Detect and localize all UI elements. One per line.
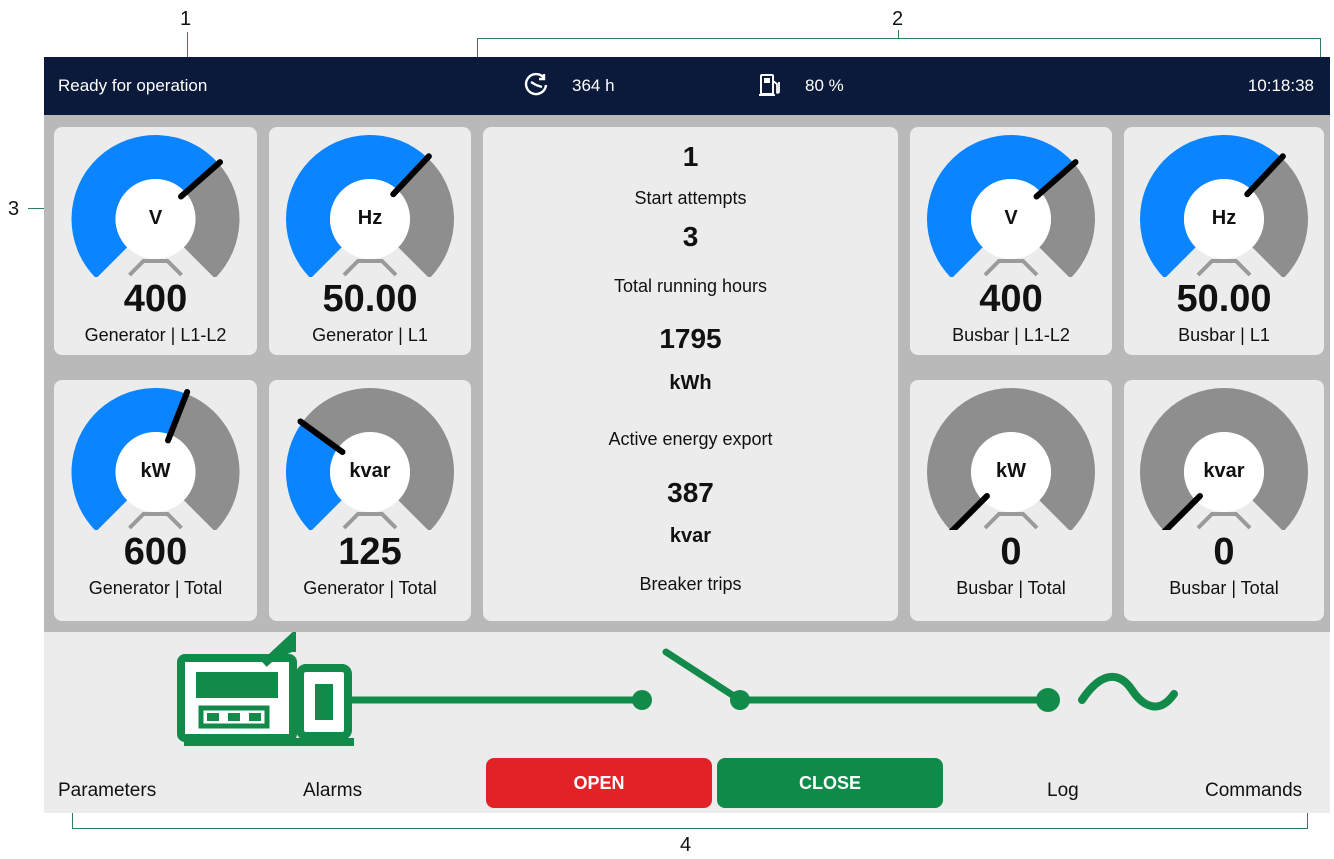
gauge-unit: kvar xyxy=(1203,460,1245,482)
gauge-unit: Hz xyxy=(357,207,383,229)
close-breaker-button[interactable]: CLOSE xyxy=(717,758,943,808)
busbar-terminal xyxy=(1036,688,1060,712)
gauge-unit: V xyxy=(1004,207,1018,229)
gauge-dial xyxy=(927,388,1095,530)
gauge-generator-frequency[interactable]: Hz 50.00 Generator | L1 xyxy=(269,127,471,355)
gauge-unit: kW xyxy=(996,460,1026,482)
gauge-unit: V xyxy=(148,207,163,229)
open-breaker-button[interactable]: OPEN xyxy=(486,758,712,808)
energy-export-unit: kWh xyxy=(669,372,712,394)
callout-1: 1 xyxy=(180,8,192,30)
counters-panel: 1 Start attempts 3 Total running hours 1… xyxy=(483,127,898,621)
ac-source-icon xyxy=(1078,672,1178,711)
single-line-diagram xyxy=(177,632,1178,746)
nav-alarms[interactable]: Alarms xyxy=(303,780,362,802)
clock-time: 10:18:38 xyxy=(1247,76,1314,95)
gauge-generator-voltage[interactable]: V 400 Generator | L1-L2 xyxy=(54,127,257,355)
breaker-switch[interactable] xyxy=(662,648,750,710)
callout-3: 3 xyxy=(8,198,20,220)
gauge-busbar-frequency[interactable]: Hz 50.00 Busbar | L1 xyxy=(1124,127,1324,355)
gauge-zero-marker xyxy=(1196,259,1252,277)
gauge-zero-marker xyxy=(342,512,398,530)
callout-2: 2 xyxy=(892,8,904,30)
gauge-generator-active-power[interactable]: kW 600 Generator | Total xyxy=(54,380,257,621)
generator-icon[interactable] xyxy=(177,632,354,746)
nav-parameters[interactable]: Parameters xyxy=(58,780,156,802)
gauge-zero-marker xyxy=(983,259,1039,277)
start-attempts-value: 1 xyxy=(682,141,699,172)
gauge-label: Generator | Total xyxy=(303,578,437,598)
gauge-dial xyxy=(71,135,240,277)
gauge-label: Busbar | Total xyxy=(956,578,1066,598)
energy-export-value: 1795 xyxy=(659,323,722,354)
gauge-busbar-reactive-power[interactable]: kvar 0 Busbar | Total xyxy=(1124,380,1324,621)
gauge-value: 50.00 xyxy=(1176,278,1272,320)
gauge-label: Generator | L1-L2 xyxy=(84,325,227,345)
gauge-label: Busbar | L1 xyxy=(1178,325,1270,345)
gauge-zero-marker xyxy=(128,512,183,530)
breaker-trips-label: Breaker trips xyxy=(639,574,742,594)
gauge-dial xyxy=(927,135,1095,277)
gauge-label: Busbar | L1-L2 xyxy=(952,325,1070,345)
energy-export-label: Active energy export xyxy=(608,429,773,449)
gauge-dial xyxy=(1140,135,1308,277)
nav-log[interactable]: Log xyxy=(1047,780,1079,802)
gauge-dial xyxy=(71,388,240,530)
bottom-panel: Parameters Alarms OPEN CLOSE Log Command… xyxy=(44,632,1330,813)
gauge-zero-marker xyxy=(342,259,398,277)
start-attempts-label: Start attempts xyxy=(634,188,747,208)
gauge-value: 0 xyxy=(1213,531,1235,573)
status-text: Ready for operation xyxy=(58,76,208,95)
gauge-zero-marker xyxy=(128,259,183,277)
gauge-zero-marker xyxy=(983,512,1039,530)
gauge-busbar-active-power[interactable]: kW 0 Busbar | Total xyxy=(910,380,1112,621)
breaker-left-terminal xyxy=(632,690,652,710)
measurements-panel: V 400 Generator | L1-L2 Hz 50.00 Generator |… xyxy=(44,115,1330,632)
gauge-value: 50.00 xyxy=(322,278,418,320)
gauge-value: 125 xyxy=(338,531,402,573)
running-hours-value: 364 h xyxy=(572,76,615,95)
fuel-icon xyxy=(758,72,782,103)
status-bar: Ready for operation 364 h 80 % 10:18:38 xyxy=(44,57,1330,115)
callout-2-leader xyxy=(898,30,899,38)
gauge-label: Generator | L1 xyxy=(312,325,428,345)
running-hours-total-value: 3 xyxy=(682,221,699,252)
gauge-value: 0 xyxy=(1000,531,1022,573)
running-hours-total-label: Total running hours xyxy=(613,276,768,296)
reactive-energy-unit: kvar xyxy=(669,525,712,547)
gauge-dial xyxy=(286,388,454,530)
gauge-unit: kW xyxy=(140,460,171,482)
gauge-label: Generator | Total xyxy=(88,578,223,598)
reactive-energy-value: 387 xyxy=(667,477,714,508)
callout-4: 4 xyxy=(680,834,692,856)
gauge-generator-reactive-power[interactable]: kvar 125 Generator | Total xyxy=(269,380,471,621)
nav-commands[interactable]: Commands xyxy=(1205,780,1302,802)
gauge-zero-marker xyxy=(1196,512,1252,530)
gauge-unit: kvar xyxy=(349,460,391,482)
gauge-value: 400 xyxy=(123,278,188,320)
gauge-label: Busbar | Total xyxy=(1169,578,1279,598)
gauge-value: 600 xyxy=(123,531,188,573)
gauge-dial xyxy=(286,135,454,277)
gauge-unit: Hz xyxy=(1211,207,1237,229)
running-hours-icon xyxy=(522,71,550,104)
fuel-level-value: 80 % xyxy=(805,76,844,95)
gauge-dial xyxy=(1140,388,1308,530)
gauge-value: 400 xyxy=(979,278,1043,320)
gauge-busbar-voltage[interactable]: V 400 Busbar | L1-L2 xyxy=(910,127,1112,355)
